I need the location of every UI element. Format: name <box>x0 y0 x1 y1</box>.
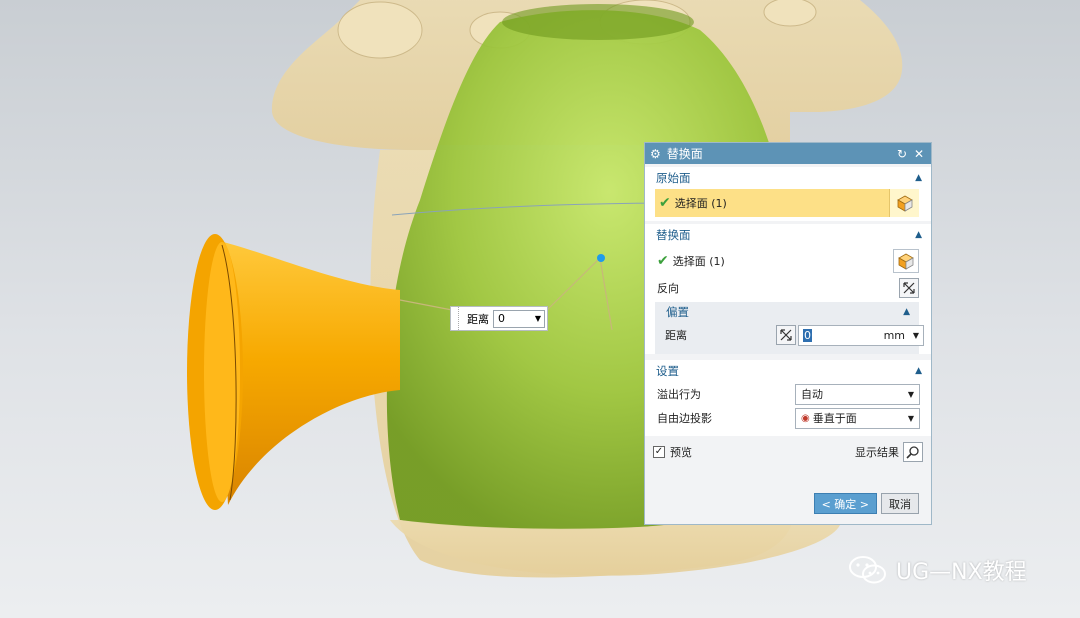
cube-icon <box>896 195 913 212</box>
floating-distance-label: 距离 <box>467 312 489 326</box>
watermark-text: UG—NX教程 <box>896 560 1027 585</box>
drag-grip[interactable] <box>451 307 459 330</box>
chevron-down-icon[interactable]: ▼ <box>908 414 914 423</box>
distance-value: 0 <box>803 328 812 342</box>
chevron-down-icon[interactable]: ▼ <box>908 390 914 399</box>
distance-field[interactable]: 0 mm ▼ <box>798 324 924 346</box>
measure-icon <box>780 329 792 341</box>
overflow-label: 溢出行为 <box>657 388 701 401</box>
dialog-titlebar[interactable]: ⚙ 替换面 ↻ ✕ <box>645 143 931 164</box>
chevron-down-icon[interactable]: ▼ <box>535 314 541 323</box>
reverse-label: 反向 <box>657 282 679 295</box>
distance-label: 距离 <box>665 329 687 342</box>
projection-row: 自由边投影 ◉ 垂直于面 ▼ <box>645 406 931 430</box>
unit-label: mm <box>883 328 905 342</box>
gear-icon[interactable]: ⚙ <box>650 147 661 161</box>
cap-hole-4 <box>763 0 817 27</box>
close-icon[interactable]: ✕ <box>912 147 926 161</box>
select-face-label: 选择面 (1) <box>674 197 727 210</box>
collapse-icon[interactable]: ▲ <box>903 307 910 317</box>
section-title: 原始面 <box>656 171 691 185</box>
replace-face-dialog: ⚙ 替换面 ↻ ✕ 原始面 ▲ ✔ 选择面 (1) 替换面 ▲ ✔ 选择面 (1… <box>644 142 932 525</box>
reverse-arrows-icon <box>903 282 915 294</box>
projection-value: 垂直于面 <box>812 412 857 425</box>
section-settings: 设置 ▲ 溢出行为 自动 ▼ 自由边投影 ◉ 垂直于面 ▼ <box>645 360 931 436</box>
collapse-icon[interactable]: ▲ <box>915 366 922 376</box>
green-top-opening <box>502 4 694 40</box>
face-selector-button[interactable] <box>889 189 919 217</box>
section-title: 替换面 <box>656 228 691 242</box>
dialog-title: 替换面 <box>666 147 703 161</box>
reset-icon[interactable]: ↻ <box>895 147 909 161</box>
cancel-button[interactable]: 取消 <box>881 493 919 514</box>
show-result-label: 显示结果 <box>855 446 899 459</box>
watermark: UG—NX教程 <box>848 554 1027 586</box>
measure-button[interactable] <box>776 325 796 345</box>
preview-label: 预览 <box>670 446 692 459</box>
offset-subpanel: 偏置 ▲ 距离 0 mm ▼ <box>655 302 924 354</box>
check-icon: ✔ <box>657 253 669 269</box>
section-header-original[interactable]: 原始面 ▲ <box>645 167 931 189</box>
magnifier-icon <box>906 446 919 459</box>
overflow-row: 溢出行为 自动 ▼ <box>645 382 931 406</box>
show-result-button[interactable] <box>903 442 923 462</box>
select-original-face-row[interactable]: ✔ 选择面 (1) <box>655 189 919 217</box>
section-header-settings[interactable]: 设置 ▲ <box>645 360 931 382</box>
collapse-icon[interactable]: ▲ <box>915 173 922 183</box>
cube-icon <box>898 253 914 270</box>
floating-distance-input[interactable]: 距离 0 ▼ <box>450 306 548 331</box>
floating-distance-value: 0 <box>498 312 505 325</box>
projection-icon: ◉ <box>801 412 810 424</box>
projection-select[interactable]: ◉ 垂直于面 ▼ <box>795 407 920 429</box>
offset-distance-row: 距离 0 mm ▼ <box>655 322 924 348</box>
collapse-icon[interactable]: ▲ <box>915 230 922 240</box>
select-face-label: 选择面 (1) <box>672 255 725 268</box>
section-original-face: 原始面 ▲ ✔ 选择面 (1) <box>645 167 931 221</box>
section-title: 设置 <box>656 364 679 378</box>
dialog-buttons: < 确定 > 取消 <box>813 493 919 514</box>
section-header-offset[interactable]: 偏置 ▲ <box>655 302 919 322</box>
check-icon: ✔ <box>659 195 671 211</box>
wechat-icon <box>849 556 886 584</box>
overflow-select[interactable]: 自动 ▼ <box>795 383 920 405</box>
projection-label: 自由边投影 <box>657 412 712 425</box>
select-replace-face-row[interactable]: ✔ 选择面 (1) <box>645 246 931 276</box>
chevron-down-icon[interactable]: ▼ <box>913 331 919 340</box>
section-replace-face: 替换面 ▲ ✔ 选择面 (1) 反向 偏置 ▲ 距离 0 mm ▼ <box>645 224 931 354</box>
section-title: 偏置 <box>666 305 689 319</box>
handle-point <box>597 254 605 262</box>
section-header-replace[interactable]: 替换面 ▲ <box>645 224 931 246</box>
floating-distance-field[interactable]: 0 ▼ <box>493 309 545 328</box>
reverse-direction-button[interactable] <box>899 278 919 298</box>
preview-row: ✓ 预览 显示结果 <box>645 439 931 465</box>
cap-hole-1 <box>337 1 423 59</box>
ok-button[interactable]: < 确定 > <box>813 493 877 514</box>
overflow-value: 自动 <box>801 388 823 401</box>
reverse-row: 反向 <box>645 276 931 300</box>
preview-checkbox[interactable]: ✓ <box>653 446 665 458</box>
face-selector-button[interactable] <box>893 249 919 273</box>
